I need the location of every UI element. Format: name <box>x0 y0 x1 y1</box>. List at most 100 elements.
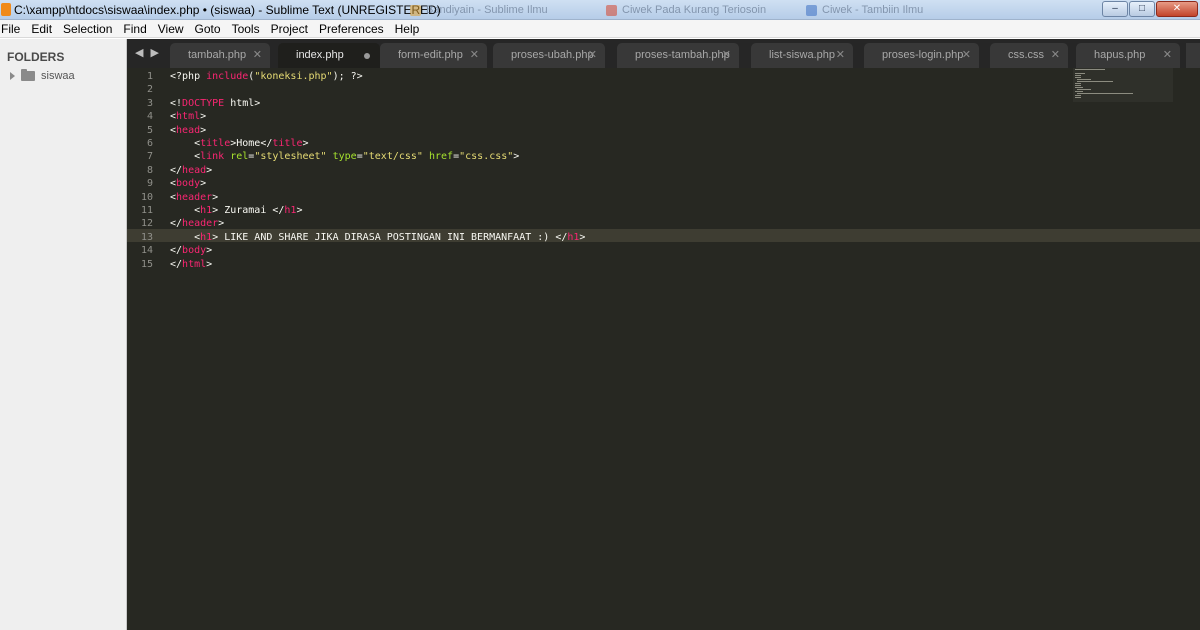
code-token: "koneksi.php" <box>254 71 333 82</box>
minimap-line <box>1075 75 1081 76</box>
code-line[interactable]: </body> <box>170 244 212 257</box>
code-token: body <box>182 245 207 257</box>
code-token: > <box>302 138 309 149</box>
code-token: > <box>206 245 213 257</box>
code-line[interactable]: </header> <box>170 217 224 230</box>
menu-selection[interactable]: Selection <box>58 20 118 38</box>
tab-proses-ubah-php[interactable]: proses-ubah.php ✕ <box>493 43 605 68</box>
close-tab-icon[interactable]: ✕ <box>1051 48 1060 61</box>
code-token: <! <box>170 97 183 109</box>
menu-find[interactable]: Find <box>118 20 152 38</box>
line-number: 6 <box>146 138 153 149</box>
tab-proses-tambah-php[interactable]: proses-tambah.php ✕ <box>617 43 739 68</box>
close-button[interactable]: ✕ <box>1156 1 1198 17</box>
sublime-app-icon <box>1 3 11 16</box>
code-editor[interactable]: 1 2 3 4 5 6 7 8 9 10 11 12 13 14 15 <?php include("kon… <box>127 68 1200 630</box>
code-token: < <box>170 151 201 163</box>
line-number: 2 <box>146 84 153 96</box>
menu-help[interactable]: Help <box>390 20 426 38</box>
code-token: ); ?> <box>332 71 363 82</box>
maximize-button[interactable]: □ <box>1129 1 1155 17</box>
code-line[interactable]: <body> <box>170 177 206 190</box>
menu-file[interactable]: File <box>0 20 26 38</box>
tab-label: proses-login.php <box>882 49 964 61</box>
tab-navigation-arrows[interactable]: ◀ ▶ <box>135 46 161 59</box>
close-tab-icon[interactable]: ✕ <box>253 48 262 61</box>
sidebar-folder-siswaa[interactable]: siswaa <box>10 69 75 83</box>
code-token: href <box>428 151 454 163</box>
code-line[interactable]: <title>Home</title> <box>170 137 309 150</box>
sidebar-folder-label: siswaa <box>41 70 75 82</box>
menu-edit[interactable]: Edit <box>26 20 58 38</box>
tab-list-siswa-php[interactable]: list-siswa.php ✕ <box>751 43 853 68</box>
line-number: 14 <box>140 245 153 257</box>
code-token: >Home</ <box>230 138 273 149</box>
code-line[interactable]: </html> <box>170 258 212 271</box>
unsaved-dot-icon[interactable] <box>364 53 370 59</box>
menu-project[interactable]: Project <box>266 20 314 38</box>
code-token: < <box>170 205 201 216</box>
close-tab-icon[interactable]: ✕ <box>722 48 731 61</box>
tab-overflow[interactable] <box>1186 43 1200 68</box>
tab-proses-login-php[interactable]: proses-login.php ✕ <box>864 43 979 68</box>
window-title: C:\xampp\htdocs\siswaa\index.php • (sisw… <box>14 3 441 17</box>
code-token: title <box>272 138 303 149</box>
code-token: header <box>182 218 219 230</box>
code-token: > Zuramai </ <box>212 205 285 216</box>
code-line[interactable]: </head> <box>170 164 212 177</box>
tab-hapus-php[interactable]: hapus.php ✕ <box>1076 43 1180 68</box>
code-line[interactable]: <!DOCTYPE html> <box>170 97 260 110</box>
code-line[interactable]: <header> <box>170 191 218 204</box>
line-number: 3 <box>146 97 153 109</box>
minimap-line <box>1077 89 1091 90</box>
tab-label: hapus.php <box>1094 49 1146 61</box>
code-line[interactable]: <link rel="stylesheet" type="text/css" h… <box>170 150 519 163</box>
tab-label: proses-ubah.php <box>511 49 594 61</box>
code-token: > <box>513 151 520 163</box>
tab-label: list-siswa.php <box>769 49 836 61</box>
tab-label: tambah.php <box>188 49 247 61</box>
code-line[interactable]: <?php include("koneksi.php"); ?> <box>170 70 363 83</box>
code-token: > <box>579 231 586 243</box>
minimize-button[interactable]: – <box>1102 1 1128 17</box>
code-token: < <box>170 231 201 243</box>
code-token: > <box>200 124 207 136</box>
menu-goto[interactable]: Goto <box>190 20 227 38</box>
tab-form-edit-php[interactable]: form-edit.php ✕ <box>380 43 487 68</box>
minimap-line <box>1075 91 1083 92</box>
close-tab-icon[interactable]: ✕ <box>962 48 971 61</box>
background-window-tab[interactable]: Ciwek Pada Kurang Teriosoin <box>606 4 796 18</box>
code-line[interactable]: <head> <box>170 124 206 137</box>
code-line[interactable]: <h1> Zuramai </h1> <box>170 204 302 217</box>
tab-tambah-php[interactable]: tambah.php ✕ <box>170 43 270 68</box>
code-token: rel <box>230 151 249 163</box>
code-token: > <box>206 258 213 270</box>
tab-css-css[interactable]: css.css ✕ <box>990 43 1068 68</box>
disclosure-triangle-icon[interactable] <box>10 72 15 80</box>
minimap[interactable] <box>1073 68 1173 102</box>
menu-preferences[interactable]: Preferences <box>314 20 390 38</box>
line-number: 7 <box>146 151 153 163</box>
close-tab-icon[interactable]: ✕ <box>588 48 597 61</box>
code-token: </ <box>170 164 183 176</box>
code-line[interactable]: <html> <box>170 110 206 123</box>
close-tab-icon[interactable]: ✕ <box>1163 48 1172 61</box>
tab-index-php[interactable]: index.php <box>278 43 380 68</box>
line-number: 12 <box>140 218 153 230</box>
background-window-tab[interactable]: Ciwek - Tambiin Ilmu <box>806 4 996 18</box>
code-token: < <box>170 138 201 149</box>
tab-label: css.css <box>1008 49 1045 61</box>
close-tab-icon[interactable]: ✕ <box>836 48 845 61</box>
close-tab-icon[interactable]: ✕ <box>470 48 479 61</box>
code-token: > <box>206 164 213 176</box>
background-window-tab[interactable]: Bandiyain - Sublime Ilmu <box>410 4 600 18</box>
line-number: 11 <box>140 205 153 216</box>
code-line[interactable]: <h1> LIKE AND SHARE JIKA DIRASA POSTINGA… <box>170 231 585 244</box>
code-token: > <box>218 218 225 230</box>
menu-view[interactable]: View <box>153 20 190 38</box>
code-token: include <box>206 71 249 82</box>
window-titlebar: C:\xampp\htdocs\siswaa\index.php • (sisw… <box>0 0 1200 20</box>
menu-tools[interactable]: Tools <box>227 20 266 38</box>
code-token: </ <box>170 218 183 230</box>
code-token: > <box>296 205 303 216</box>
